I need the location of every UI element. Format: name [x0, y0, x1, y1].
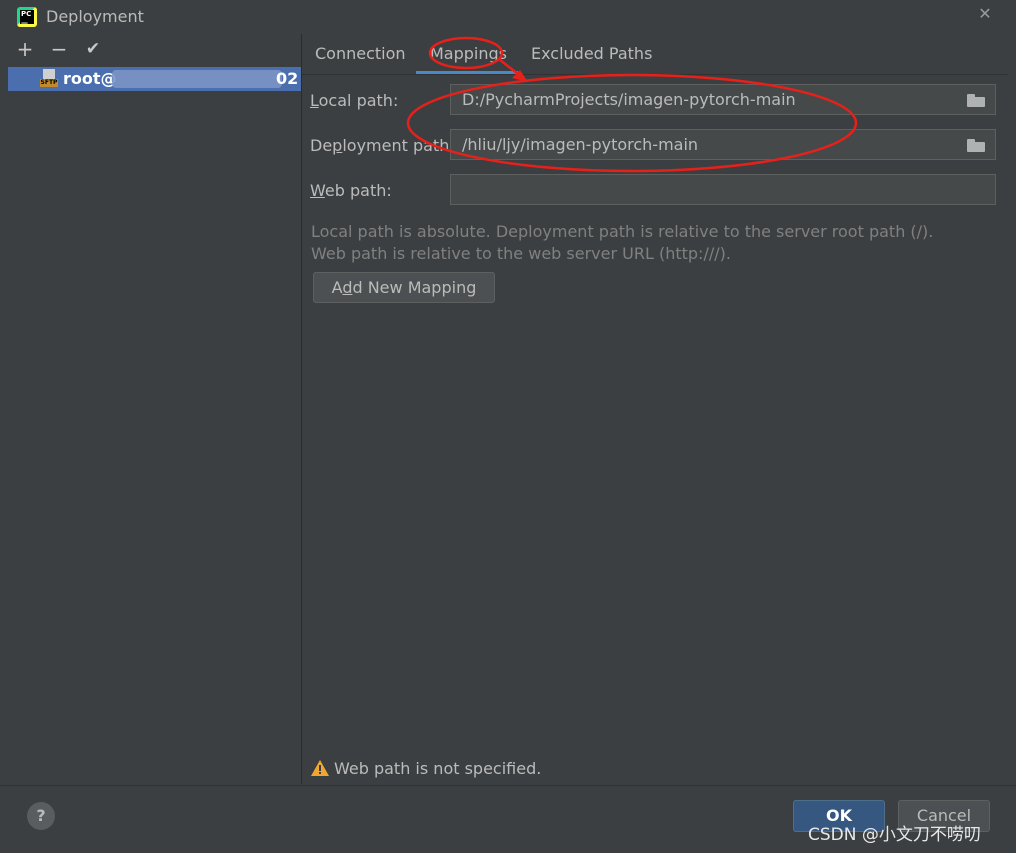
window-title: Deployment	[46, 7, 144, 26]
server-list-item[interactable]: SFTP root@ 02	[8, 67, 301, 91]
web-path-field[interactable]	[450, 174, 996, 205]
web-path-label: Web path:	[310, 181, 392, 200]
hint-web-path: Web path is relative to the web server U…	[311, 244, 731, 263]
local-path-label: Local path:	[310, 91, 399, 110]
tab-bar: Connection Mappings Excluded Paths	[302, 34, 1008, 75]
deployment-path-field[interactable]: /hliu/ljy/imagen-pytorch-main	[450, 129, 996, 160]
warning-icon	[311, 760, 329, 776]
apply-check-button[interactable]: ✔	[82, 38, 104, 60]
server-name-suffix: 02	[276, 69, 299, 88]
add-new-mapping-button[interactable]: Add New Mapping	[313, 272, 495, 303]
server-list-panel: + − ✔ SFTP root@ 02	[8, 34, 302, 784]
help-button[interactable]: ?	[27, 802, 55, 830]
tab-mappings[interactable]: Mappings	[430, 44, 507, 74]
sftp-server-icon: SFTP	[40, 69, 58, 89]
redacted-host	[112, 70, 282, 88]
csdn-watermark: CSDN @小文刀不唠叨	[808, 825, 981, 845]
server-name: root@	[63, 69, 117, 88]
active-tab-indicator	[416, 71, 518, 74]
local-path-field[interactable]: D:/PycharmProjects/imagen-pytorch-main	[450, 84, 996, 115]
hint-absolute-path: Local path is absolute. Deployment path …	[311, 222, 934, 241]
pycharm-logo-icon: PC —	[17, 7, 37, 27]
deployment-path-value: /hliu/ljy/imagen-pytorch-main	[462, 135, 699, 154]
title-bar: PC — Deployment ✕	[0, 0, 1016, 34]
tab-connection[interactable]: Connection	[315, 44, 406, 74]
warning-message: Web path is not specified.	[311, 759, 541, 778]
add-server-button[interactable]: +	[14, 38, 36, 60]
server-toolbar: + − ✔	[8, 34, 301, 66]
close-icon[interactable]: ✕	[976, 5, 994, 23]
remove-server-button[interactable]: −	[48, 38, 70, 60]
deployment-path-label: Deployment path:	[310, 136, 455, 155]
mapping-settings-panel: Connection Mappings Excluded Paths Local…	[302, 34, 1008, 784]
folder-icon[interactable]	[967, 139, 985, 152]
local-path-value: D:/PycharmProjects/imagen-pytorch-main	[462, 90, 796, 109]
tab-excluded-paths[interactable]: Excluded Paths	[531, 44, 652, 74]
folder-icon[interactable]	[967, 94, 985, 107]
